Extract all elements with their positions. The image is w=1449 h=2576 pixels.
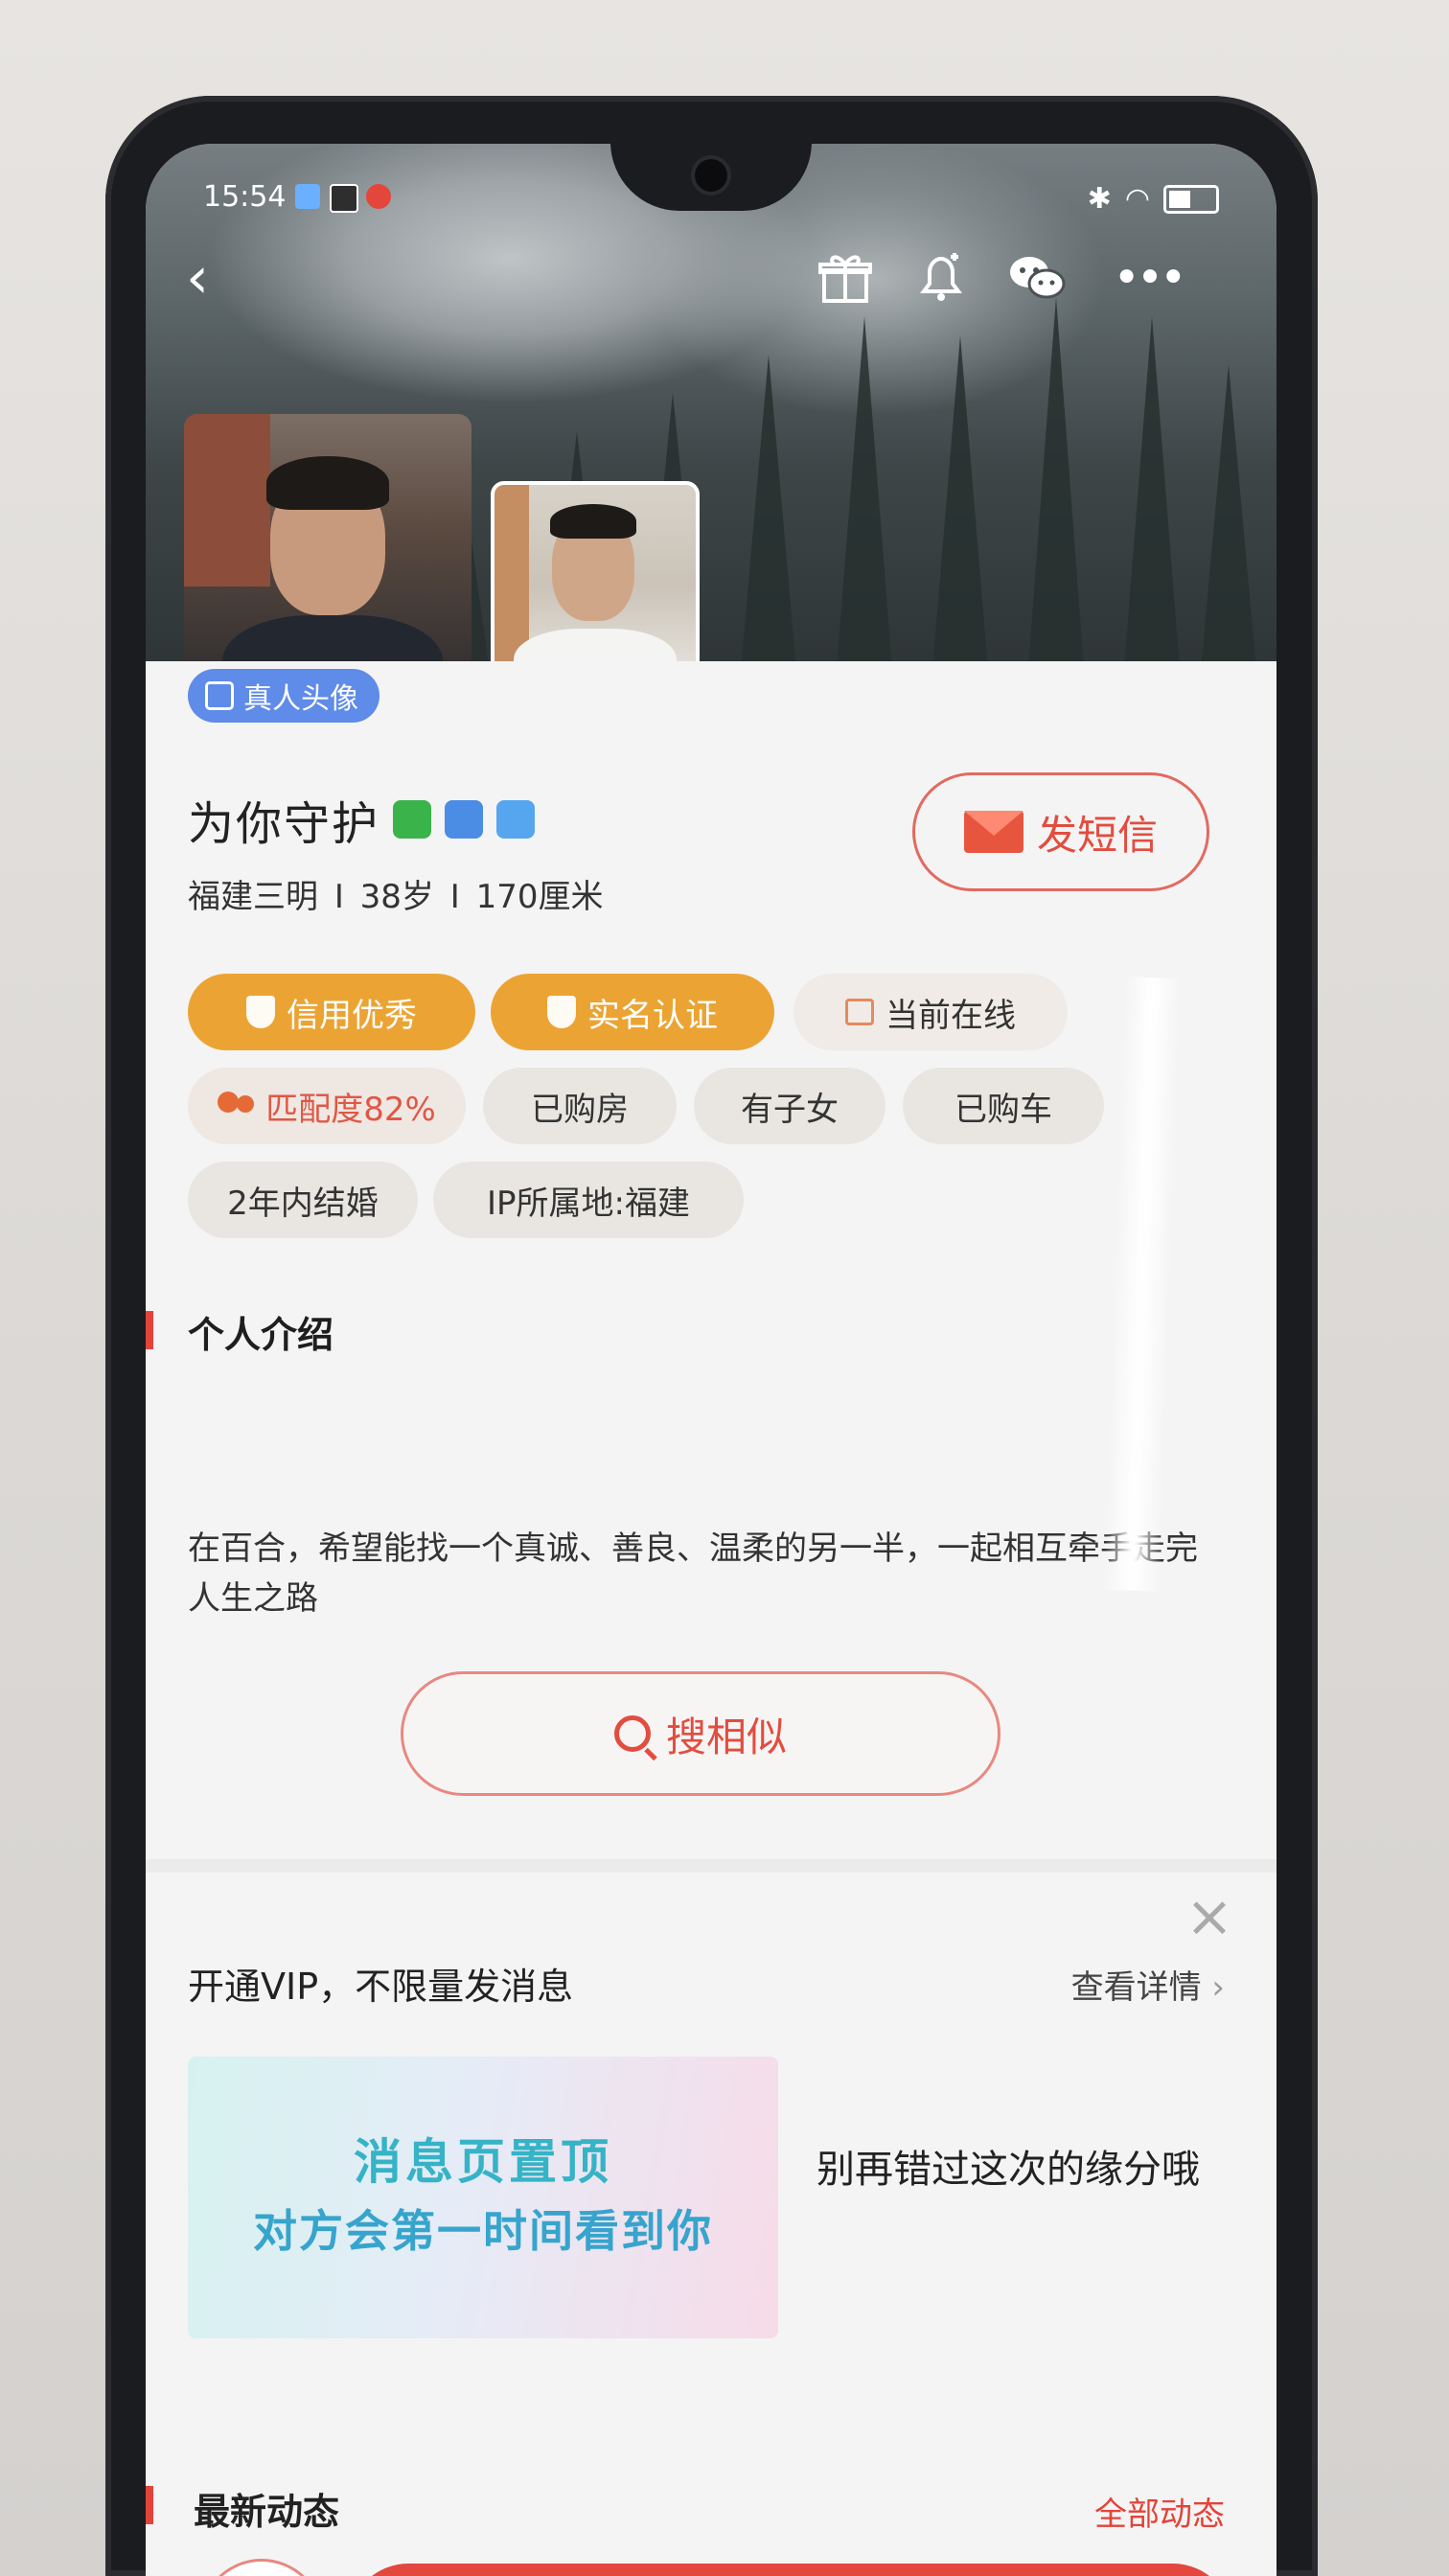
feed-title: 最新动态 xyxy=(194,2491,340,2533)
search-similar-label: 搜相似 xyxy=(665,1713,787,1760)
tag-realname-label: 实名认证 xyxy=(587,996,718,1035)
avatar-hair xyxy=(266,456,389,510)
gift-icon[interactable] xyxy=(807,240,884,316)
section-divider xyxy=(146,1859,1276,1873)
wifi-icon: ◠ xyxy=(1124,182,1150,216)
tag-car-label: 已购车 xyxy=(954,1090,1052,1129)
section-accent-bar xyxy=(146,1311,153,1349)
chat-icon xyxy=(845,999,874,1025)
avatar-hair xyxy=(550,504,636,539)
vip-banner-line1: 消息页置顶 xyxy=(354,2134,612,2190)
tag-marriage-label: 2年内结婚 xyxy=(227,1184,379,1223)
battery-icon xyxy=(1163,184,1219,214)
id-card-icon xyxy=(205,681,234,710)
front-camera xyxy=(695,159,727,192)
profile-age: 38岁 xyxy=(359,878,434,916)
tag-match[interactable]: 匹配度82% xyxy=(188,1068,466,1144)
tag-credit-label: 信用优秀 xyxy=(287,996,417,1035)
tree-shape xyxy=(1200,364,1257,680)
tag-ip-label: IP所属地:福建 xyxy=(487,1184,690,1223)
feed-all-link[interactable]: 全部动态 xyxy=(1094,2488,1225,2535)
tag-children-label: 有子女 xyxy=(741,1090,839,1129)
vip-description: 别再错过这次的缘分哦 xyxy=(816,2148,1200,2192)
identity-verified-icon[interactable] xyxy=(496,800,536,839)
avatar-main[interactable] xyxy=(184,414,472,702)
profile-location: 福建三明 xyxy=(188,878,318,916)
close-icon[interactable]: × xyxy=(1181,1888,1238,1945)
tag-marriage: 2年内结婚 xyxy=(188,1162,418,1238)
real-avatar-label: 真人头像 xyxy=(243,682,358,716)
follow-bell-icon[interactable] xyxy=(903,240,979,316)
info-separator: I xyxy=(334,878,344,916)
vip-banner[interactable]: 消息页置顶 对方会第一时间看到你 xyxy=(188,2057,778,2338)
tree-shape xyxy=(1027,297,1085,680)
profile-basic-info: 福建三明 I 38岁 I 170厘米 xyxy=(188,870,603,917)
tag-house-label: 已购房 xyxy=(531,1090,629,1129)
back-icon[interactable]: ‹ xyxy=(159,240,236,316)
avatar-background xyxy=(184,414,270,586)
tag-children: 有子女 xyxy=(694,1068,886,1144)
chat-button[interactable]: ••• 聊天 xyxy=(349,2564,1232,2576)
real-avatar-badge: 真人头像 xyxy=(188,669,380,723)
people-icon xyxy=(218,1092,255,1120)
envelope-icon xyxy=(963,811,1024,853)
tree-shape xyxy=(740,355,797,680)
photo-verified-icon[interactable] xyxy=(393,800,432,839)
avatar-secondary[interactable] xyxy=(491,481,700,690)
app-notification-icon xyxy=(295,184,320,209)
name-row: 为你守护 xyxy=(188,786,536,853)
shield-icon xyxy=(246,996,275,1028)
vip-details-link[interactable]: 查看详情 › xyxy=(1071,1961,1225,2008)
info-separator: I xyxy=(449,878,460,916)
section-accent-bar xyxy=(146,2486,153,2524)
send-sms-label: 发短信 xyxy=(1036,811,1158,859)
app-screen: 15:54 ✱ ◠ ‹ ••• 真人头像 为你守护 福建三明 I 38岁 I 1… xyxy=(146,144,1276,2576)
tag-car: 已购车 xyxy=(903,1068,1104,1144)
education-verified-icon[interactable] xyxy=(445,800,484,839)
profile-name: 为你守护 xyxy=(188,797,380,851)
intro-title: 个人介绍 xyxy=(188,1314,334,1356)
status-right: ✱ ◠ xyxy=(1088,182,1219,216)
wechat-icon[interactable] xyxy=(999,240,1075,316)
intro-text: 在百合，希望能找一个真诚、善良、温柔的另一半，一起相互牵手走完人生之路 xyxy=(188,1530,1198,1618)
more-icon[interactable]: ••• xyxy=(1110,240,1187,316)
search-icon xyxy=(613,1715,651,1752)
send-sms-button[interactable]: 发短信 xyxy=(912,772,1209,891)
tree-shape xyxy=(1123,316,1181,680)
vip-title: 开通VIP，不限量发消息 xyxy=(188,1966,574,2008)
tree-shape xyxy=(836,316,893,680)
app-notification-icon xyxy=(366,184,391,209)
status-time: 15:54 xyxy=(203,180,287,214)
tag-realname[interactable]: 实名认证 xyxy=(491,974,774,1050)
upload-icon xyxy=(330,184,358,213)
vip-details-label: 查看详情 xyxy=(1070,1968,1202,2007)
tree-shape xyxy=(932,335,989,680)
search-similar-button[interactable]: 搜相似 xyxy=(401,1671,1000,1796)
chevron-right-icon: › xyxy=(1211,1968,1225,2007)
profile-height: 170厘米 xyxy=(475,878,604,916)
tag-ip: IP所属地:福建 xyxy=(433,1162,744,1238)
tag-credit[interactable]: 信用优秀 xyxy=(188,974,475,1050)
bluetooth-icon: ✱ xyxy=(1087,182,1112,216)
tag-house: 已购房 xyxy=(483,1068,677,1144)
top-action-bar: ‹ ••• xyxy=(146,240,1276,316)
tag-online-label: 当前在线 xyxy=(886,996,1016,1035)
shield-check-icon xyxy=(547,996,576,1028)
vip-banner-line2: 对方会第一时间看到你 xyxy=(253,2205,713,2257)
tag-online[interactable]: 当前在线 xyxy=(794,974,1068,1050)
tag-match-label: 匹配度82% xyxy=(265,1090,436,1129)
